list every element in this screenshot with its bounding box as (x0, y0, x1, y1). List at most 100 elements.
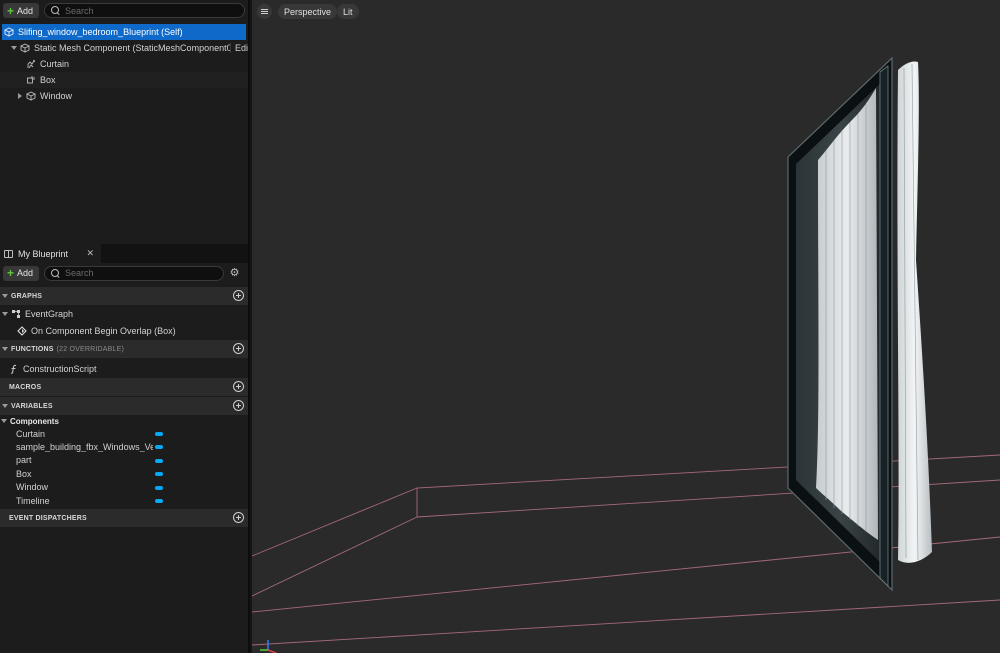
components-toolbar: + Add Search (0, 0, 248, 21)
axis-gizmo (260, 640, 277, 653)
variable-box[interactable]: Box (0, 467, 248, 480)
variable-type-pill (155, 445, 163, 450)
view-mode-label: Perspective (284, 6, 332, 17)
lighting-mode-button[interactable]: Lit (337, 4, 359, 19)
expand-arrow-icon[interactable] (1, 419, 7, 423)
expand-arrow-icon[interactable] (2, 347, 8, 351)
book-icon (4, 249, 13, 258)
event-dispatchers-header-label: EVENT DISPATCHERS (9, 514, 87, 522)
components-category-label: Components (10, 416, 59, 426)
viewport[interactable]: Perspective Lit (252, 0, 1000, 653)
my-blueprint-search-input[interactable]: Search (44, 265, 225, 281)
add-function-icon[interactable] (233, 343, 244, 354)
tree-item-window[interactable]: Window (0, 88, 248, 104)
variables-header-label: VARIABLES (11, 402, 53, 410)
construction-script-item[interactable]: ConstructionScript (0, 360, 248, 377)
skeletal-mesh-icon (27, 60, 35, 69)
collapse-arrow-icon[interactable] (18, 93, 22, 99)
variable-sample-building-label: sample_building_fbx_Windows_Ver (16, 442, 153, 453)
close-icon[interactable]: ✕ (86, 248, 94, 259)
variable-part[interactable]: part (0, 454, 248, 467)
tree-item-static-mesh-label: Static Mesh Component (StaticMeshCompone… (34, 43, 235, 53)
variable-type-pill (155, 498, 163, 503)
tree-item-window-label: Window (40, 91, 73, 101)
variable-type-pill (155, 485, 163, 490)
graphs-section-header[interactable]: GRAPHS (0, 287, 248, 305)
components-category[interactable]: Components (0, 415, 248, 427)
macros-section-header[interactable]: MACROS (0, 378, 248, 396)
expand-arrow-icon[interactable] (2, 294, 8, 298)
box-collision-icon (27, 76, 35, 84)
add-graph-icon[interactable] (233, 290, 244, 301)
tree-item-static-mesh-component[interactable]: Static Mesh Component (StaticMeshCompone… (0, 40, 248, 56)
my-blueprint-tab-row: My Blueprint ✕ (0, 244, 248, 263)
edit-in-cpp-link[interactable]: Edi (229, 43, 248, 53)
static-mesh-icon (20, 43, 30, 53)
graphs-header-label: GRAPHS (11, 292, 43, 300)
expand-arrow-icon[interactable] (2, 311, 8, 316)
functions-header-label: FUNCTIONS (11, 345, 54, 353)
variable-type-pill (155, 472, 163, 477)
variable-sample-building[interactable]: sample_building_fbx_Windows_Ver (0, 440, 248, 453)
viewport-options-button[interactable] (257, 4, 272, 19)
variable-window-label: Window (16, 482, 49, 493)
blueprint-icon (4, 27, 14, 37)
my-blueprint-panel: My Blueprint ✕ + Add Search ⚙ GRAPHS Eve… (0, 244, 248, 653)
tree-item-box[interactable]: Box (0, 72, 248, 88)
static-mesh-icon (26, 91, 36, 101)
tree-item-curtain[interactable]: Curtain (0, 56, 248, 72)
variable-type-pill (155, 458, 163, 463)
settings-gear-icon[interactable]: ⚙ (229, 267, 240, 279)
macros-header-label: MACROS (9, 383, 42, 391)
search-icon (51, 268, 60, 278)
event-item-label: On Component Begin Overlap (Box) (31, 325, 176, 336)
add-member-button[interactable]: + Add (3, 265, 40, 281)
event-dispatchers-section-header[interactable]: EVENT DISPATCHERS (0, 509, 248, 528)
variable-type-pill (155, 432, 163, 436)
viewport-scene (252, 56, 1000, 653)
hamburger-menu-icon (261, 9, 268, 14)
event-diamond-icon (17, 325, 27, 336)
function-icon (10, 364, 17, 374)
expand-arrow-icon[interactable] (2, 404, 8, 408)
add-component-button[interactable]: + Add (3, 3, 40, 18)
event-graph-label: EventGraph (25, 308, 74, 319)
my-blueprint-search-placeholder: Search (65, 268, 94, 278)
add-component-label: Add (17, 5, 34, 16)
tab-my-blueprint-label: My Blueprint (18, 248, 69, 259)
functions-section-header[interactable]: FUNCTIONS (22 OVERRIDABLE) (0, 340, 248, 358)
add-macro-icon[interactable] (233, 381, 244, 392)
event-graph-item[interactable]: EventGraph (0, 305, 248, 322)
variable-timeline-label: Timeline (16, 495, 50, 506)
variable-part-label: part (16, 455, 32, 466)
tree-item-box-label: Box (40, 75, 56, 85)
construction-script-label: ConstructionScript (23, 363, 97, 374)
components-search-placeholder: Search (65, 5, 94, 16)
search-icon (51, 6, 60, 15)
add-member-label: Add (17, 268, 34, 278)
variable-timeline[interactable]: Timeline (0, 494, 248, 507)
components-tree: Slifing_window_bedroom_Blueprint (Self) … (0, 24, 248, 104)
event-item-begin-overlap[interactable]: On Component Begin Overlap (Box) (0, 322, 248, 339)
plus-icon: + (7, 266, 15, 280)
event-graph-icon (12, 309, 20, 318)
variable-curtain-label: Curtain (16, 428, 46, 439)
my-blueprint-toolbar: + Add Search ⚙ (0, 263, 248, 283)
variable-box-label: Box (16, 468, 32, 479)
add-event-dispatcher-icon[interactable] (233, 512, 244, 524)
functions-overridable-count: (22 OVERRIDABLE) (56, 345, 125, 353)
components-search-input[interactable]: Search (44, 3, 245, 18)
add-variable-icon[interactable] (233, 400, 244, 411)
tree-item-curtain-label: Curtain (40, 59, 70, 69)
left-panel: + Add Search Slifing_window_bedroom_Blue… (0, 0, 250, 653)
variables-section-header[interactable]: VARIABLES (0, 397, 248, 415)
variable-curtain[interactable]: Curtain (0, 427, 248, 440)
lighting-mode-label: Lit (343, 6, 353, 17)
variable-window[interactable]: Window (0, 481, 248, 494)
plus-icon: + (7, 3, 15, 18)
tab-my-blueprint[interactable]: My Blueprint ✕ (0, 244, 101, 263)
tree-item-self-label: Slifing_window_bedroom_Blueprint (Self) (18, 27, 183, 37)
expand-arrow-icon[interactable] (11, 46, 17, 50)
tree-item-self[interactable]: Slifing_window_bedroom_Blueprint (Self) (2, 24, 246, 40)
view-mode-button[interactable]: Perspective (278, 4, 338, 19)
